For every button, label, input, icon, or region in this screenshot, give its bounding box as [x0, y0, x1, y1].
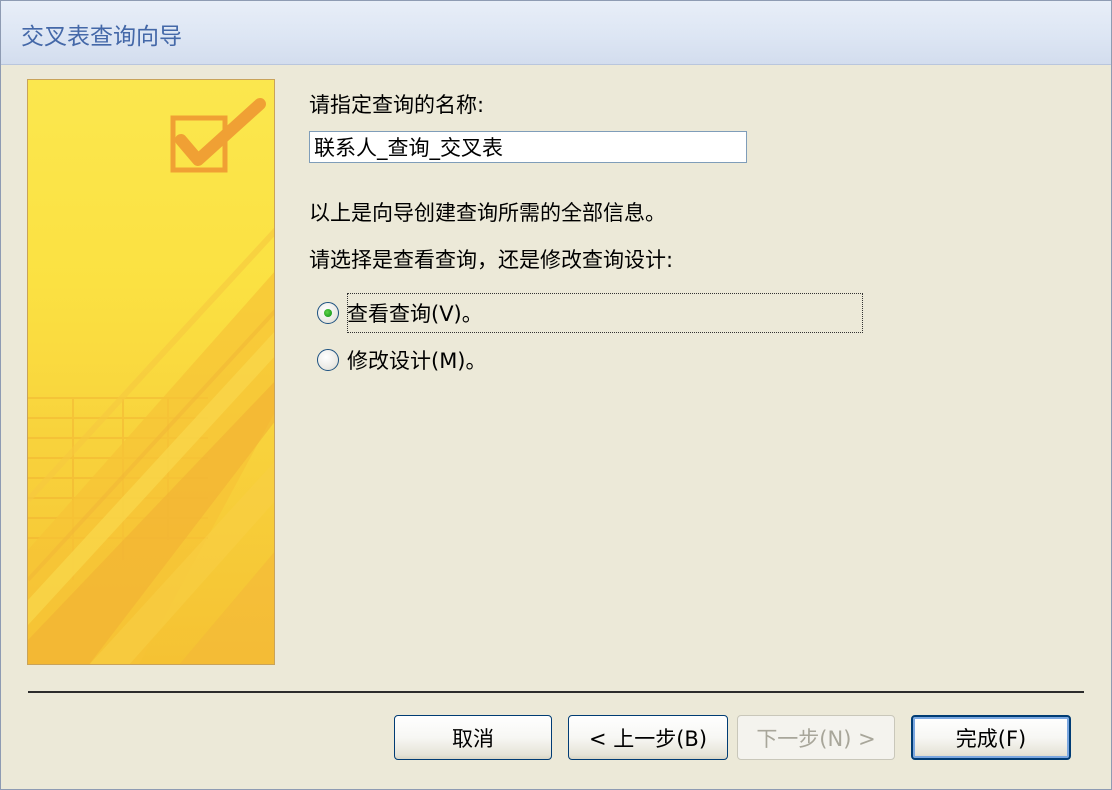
wizard-banner-image: [27, 79, 275, 665]
choice-prompt: 请选择是查看查询，还是修改查询设计:: [309, 248, 674, 272]
checkbox-checkmark-icon: [170, 98, 266, 173]
finish-button[interactable]: 完成(F): [911, 715, 1071, 760]
radio-selected-dot: [324, 309, 332, 317]
radio-modify-design[interactable]: 修改设计(M)。: [317, 343, 487, 377]
radio-view-query[interactable]: 查看查询(V)。: [317, 296, 483, 330]
radio-button-selected[interactable]: [317, 302, 339, 324]
next-button[interactable]: 下一步(N) >: [737, 715, 895, 760]
info-text: 以上是向导创建查询所需的全部信息。: [309, 201, 666, 225]
query-name-input[interactable]: [309, 131, 747, 163]
banner-illustration: [28, 98, 274, 664]
window-title: 交叉表查询向导: [21, 24, 182, 50]
cancel-button[interactable]: 取消: [394, 715, 552, 760]
button-separator: [28, 691, 1084, 693]
query-name-prompt: 请指定查询的名称:: [309, 93, 485, 117]
title-bar: 交叉表查询向导: [1, 1, 1111, 65]
radio-view-query-label[interactable]: 查看查询(V)。: [347, 298, 483, 328]
back-button[interactable]: < 上一步(B): [568, 715, 728, 760]
wizard-window: 交叉表查询向导 请指定查询的名称: 联系人_查询_交叉表 以上是向导创建查询所需…: [0, 0, 1112, 790]
radio-modify-design-label[interactable]: 修改设计(M)。: [347, 345, 487, 375]
radio-button-unselected[interactable]: [317, 349, 339, 371]
